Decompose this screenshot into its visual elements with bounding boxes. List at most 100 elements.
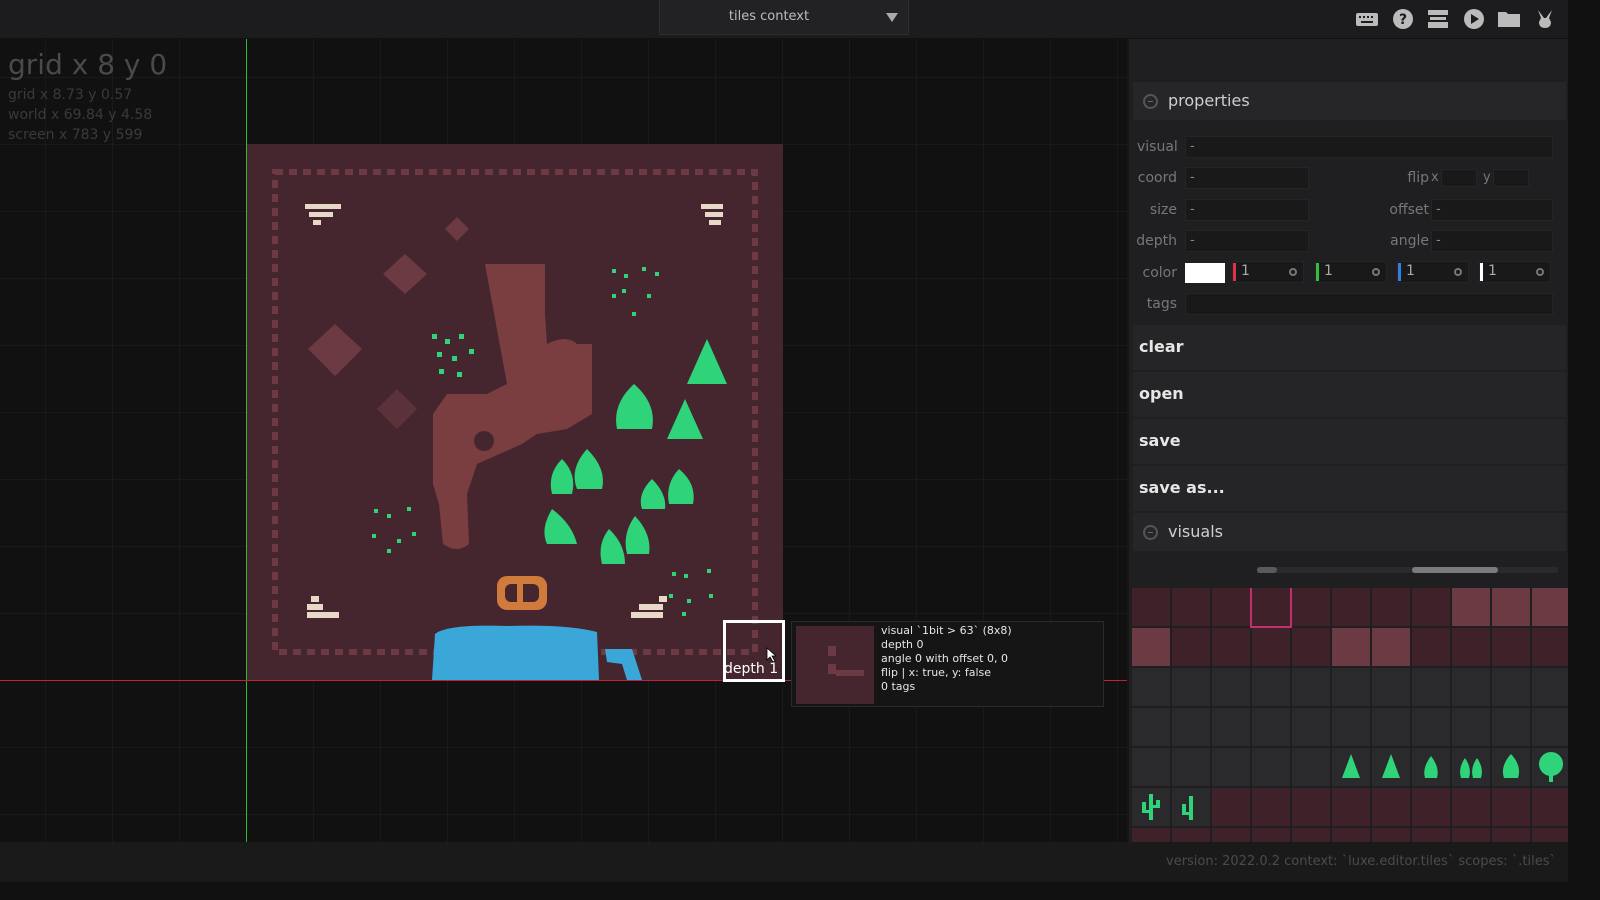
tile-thumb-character[interactable]	[1412, 708, 1450, 746]
coord-field[interactable]: -	[1185, 167, 1309, 189]
tile-thumb[interactable]	[1252, 788, 1290, 826]
tile-thumb-character[interactable]	[1532, 668, 1568, 706]
tile-thumb-character[interactable]	[1212, 708, 1250, 746]
tile-thumb-character[interactable]	[1452, 708, 1490, 746]
tile-thumb[interactable]	[1372, 828, 1410, 842]
tile-thumb-character[interactable]	[1252, 708, 1290, 746]
visuals-header[interactable]: visuals	[1133, 513, 1566, 551]
visual-field[interactable]: -	[1185, 136, 1553, 158]
tile-thumb[interactable]	[1452, 588, 1490, 626]
tile-thumb[interactable]	[1412, 828, 1450, 842]
tile-thumb[interactable]	[1212, 628, 1250, 666]
tile-thumb-cactus[interactable]	[1132, 788, 1170, 826]
visuals-scrollbar-track[interactable]	[1257, 567, 1413, 573]
flip-y-checkbox[interactable]	[1493, 169, 1529, 187]
tile-thumb-tree[interactable]	[1332, 748, 1370, 786]
tile-thumb[interactable]	[1132, 628, 1170, 666]
tile-thumb-pot[interactable]	[1532, 628, 1568, 666]
tile-thumb[interactable]	[1532, 588, 1568, 626]
tile-thumb[interactable]	[1212, 788, 1250, 826]
tile-thumb-character[interactable]	[1292, 668, 1330, 706]
tile-thumb-character[interactable]	[1372, 668, 1410, 706]
rabbit-icon[interactable]	[1533, 8, 1557, 30]
tile-thumb-character[interactable]	[1492, 708, 1530, 746]
color-blue-field[interactable]: 1	[1397, 261, 1469, 283]
tile-thumb[interactable]	[1172, 628, 1210, 666]
tile-thumb[interactable]	[1292, 628, 1330, 666]
tile-thumb-vehicle[interactable]	[1292, 748, 1330, 786]
tile-thumb-bone[interactable]	[1412, 628, 1450, 666]
tile-thumb[interactable]	[1492, 788, 1530, 826]
play-icon[interactable]	[1462, 8, 1486, 30]
color-red-field[interactable]: 1	[1232, 261, 1304, 283]
angle-field[interactable]: -	[1431, 230, 1553, 252]
tile-thumb-vehicle[interactable]	[1252, 748, 1290, 786]
tile-thumb[interactable]	[1292, 828, 1330, 842]
tile-thumb-character[interactable]	[1452, 668, 1490, 706]
depth-field[interactable]: -	[1185, 230, 1309, 252]
tile-thumb[interactable]	[1412, 788, 1450, 826]
tile-thumb[interactable]	[1532, 788, 1568, 826]
tile-thumb-vehicle[interactable]	[1132, 748, 1170, 786]
tags-field[interactable]	[1185, 293, 1553, 315]
tile-thumb[interactable]	[1492, 828, 1530, 842]
tile-thumb-character[interactable]	[1172, 708, 1210, 746]
zoom-slider[interactable]	[1412, 567, 1558, 573]
tile-thumb-tree[interactable]	[1452, 748, 1490, 786]
tile-thumb-character[interactable]	[1252, 668, 1290, 706]
offset-field[interactable]: -	[1431, 199, 1553, 221]
tile-thumb[interactable]	[1452, 788, 1490, 826]
tile-thumb[interactable]	[1172, 588, 1210, 626]
stamp-icon[interactable]	[1426, 8, 1450, 30]
tile-thumb-tree[interactable]	[1372, 748, 1410, 786]
tile-thumb[interactable]	[1252, 628, 1290, 666]
tile-thumb[interactable]	[1372, 788, 1410, 826]
tile-thumb-cactus[interactable]	[1172, 788, 1210, 826]
save-as-button[interactable]: save as...	[1133, 466, 1566, 511]
properties-header[interactable]: properties	[1133, 82, 1566, 120]
tile-thumb[interactable]	[1212, 828, 1250, 842]
tile-thumb[interactable]	[1452, 828, 1490, 842]
tile-viewport[interactable]: grid x 8 y 0 grid x 8.73 y 0.57 world x …	[0, 39, 1127, 842]
tile-thumb-character[interactable]	[1332, 668, 1370, 706]
tile-thumb-tree[interactable]	[1492, 748, 1530, 786]
collapse-icon[interactable]	[1143, 94, 1158, 109]
help-icon[interactable]: ?	[1391, 8, 1415, 30]
tile-thumb-tree[interactable]	[1532, 748, 1568, 786]
tile-thumb-character[interactable]	[1492, 668, 1530, 706]
clear-button[interactable]: clear	[1133, 325, 1566, 370]
tile-thumb-character[interactable]	[1172, 668, 1210, 706]
tile-thumb[interactable]	[1132, 588, 1170, 626]
visuals-tile-grid[interactable]	[1132, 588, 1568, 842]
save-button[interactable]: save	[1133, 419, 1566, 464]
color-swatch[interactable]	[1185, 263, 1225, 283]
visuals-scrollbar-handle[interactable]	[1257, 567, 1277, 573]
tile-thumb[interactable]	[1332, 628, 1370, 666]
open-button[interactable]: open	[1133, 372, 1566, 417]
keyboard-icon[interactable]	[1355, 8, 1379, 30]
tile-thumb[interactable]	[1532, 828, 1568, 842]
collapse-icon[interactable]	[1143, 525, 1158, 540]
tile-thumb-grass[interactable]	[1372, 588, 1410, 626]
folder-icon[interactable]	[1497, 8, 1521, 30]
flip-x-checkbox[interactable]	[1441, 169, 1477, 187]
tile-thumb[interactable]	[1292, 788, 1330, 826]
tile-thumb-character[interactable]	[1532, 708, 1568, 746]
size-field[interactable]: -	[1185, 199, 1309, 221]
tile-thumb-character[interactable]	[1292, 708, 1330, 746]
tile-thumb-grass[interactable]	[1412, 588, 1450, 626]
tile-thumb[interactable]	[1372, 628, 1410, 666]
tile-thumb[interactable]	[1332, 828, 1370, 842]
tile-thumb-bone[interactable]	[1492, 628, 1530, 666]
tile-thumb-vehicle[interactable]	[1172, 748, 1210, 786]
tile-thumb[interactable]	[1292, 588, 1330, 626]
tile-thumb-grass[interactable]	[1332, 588, 1370, 626]
tile-thumb-bone[interactable]	[1452, 628, 1490, 666]
tile-thumb-character[interactable]	[1132, 708, 1170, 746]
tile-thumb-character[interactable]	[1332, 708, 1370, 746]
color-green-field[interactable]: 1	[1315, 261, 1387, 283]
tile-thumb-tree[interactable]	[1412, 748, 1450, 786]
tile-thumb-character[interactable]	[1212, 668, 1250, 706]
zoom-slider-handle[interactable]	[1412, 567, 1498, 573]
tile-thumb[interactable]	[1332, 788, 1370, 826]
